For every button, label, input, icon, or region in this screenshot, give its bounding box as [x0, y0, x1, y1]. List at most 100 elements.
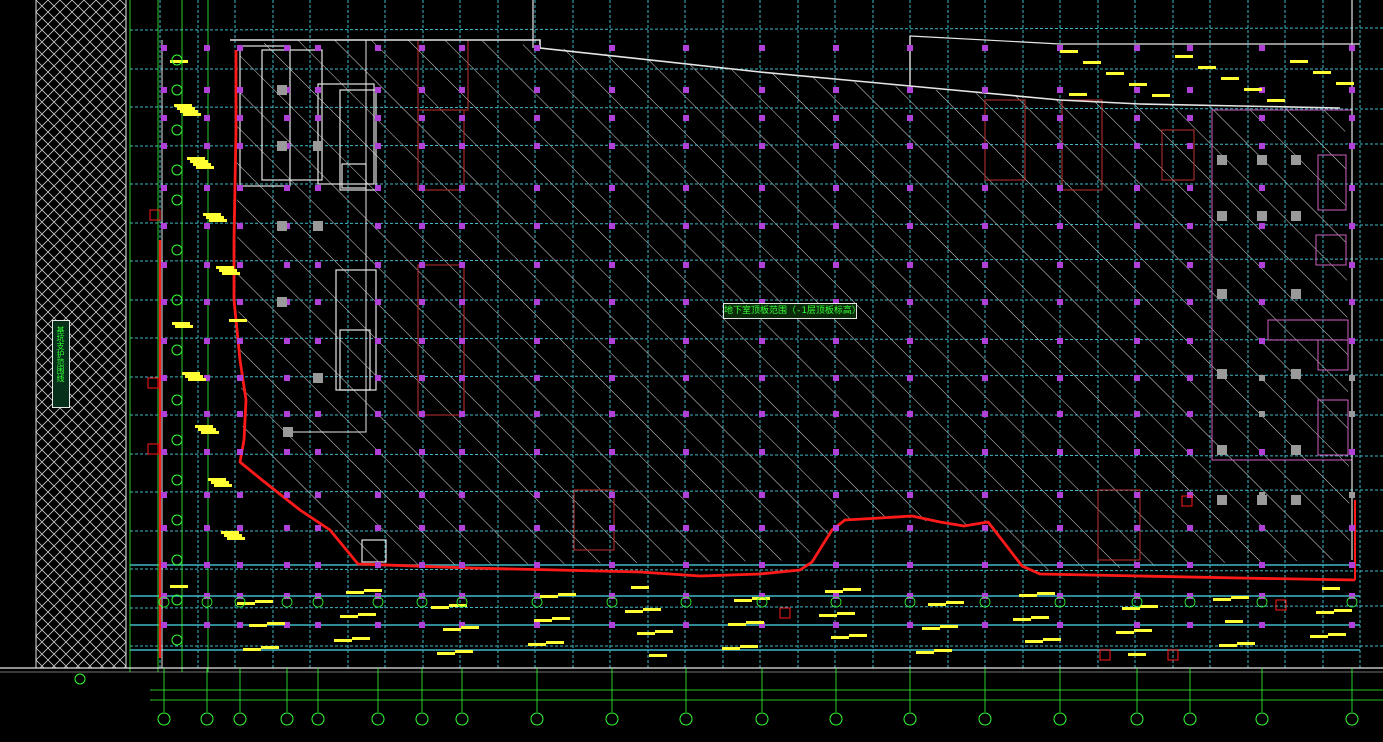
- column-marker: [315, 299, 321, 305]
- beam-annotation-mark: [1060, 50, 1078, 53]
- column-marker: [759, 223, 765, 229]
- beam-annotation-mark: [172, 322, 190, 325]
- beam-annotation-mark: [177, 107, 195, 110]
- column-marker: [161, 338, 167, 344]
- column-marker: [459, 185, 465, 191]
- column-marker: [683, 593, 689, 599]
- beam-annotation-mark: [1328, 633, 1346, 636]
- column-marker: [534, 87, 540, 93]
- column-marker: [534, 492, 540, 498]
- column-marker: [1349, 87, 1355, 93]
- column-marker: [1259, 45, 1265, 51]
- beam-annotation-mark: [174, 104, 192, 107]
- column-marker: [1259, 525, 1265, 531]
- beam-annotation-mark: [206, 216, 224, 219]
- beam-annotation-mark: [934, 649, 952, 652]
- column-marker: [375, 185, 381, 191]
- beam-annotation-mark: [346, 591, 364, 594]
- column-marker: [375, 525, 381, 531]
- axis-bubble-icon: [233, 712, 247, 726]
- beam-annotation-mark: [1025, 640, 1043, 643]
- column-marker: [907, 562, 913, 568]
- column-marker: [315, 185, 321, 191]
- beam-annotation-mark: [928, 603, 946, 606]
- beam-annotation-mark: [1219, 644, 1237, 647]
- column-marker: [833, 223, 839, 229]
- column-marker: [907, 299, 913, 305]
- axis-bubble-icon: [371, 712, 385, 726]
- column-marker: [459, 593, 465, 599]
- column-marker: [459, 143, 465, 149]
- column-marker: [534, 375, 540, 381]
- beam-annotation-mark: [437, 652, 455, 655]
- beam-annotation-mark: [219, 269, 237, 272]
- axis-bubble-icon: [171, 474, 183, 486]
- column-marker: [1057, 299, 1063, 305]
- beam-annotation-mark: [190, 160, 208, 163]
- beam-annotation-mark: [195, 425, 213, 428]
- column-marker: [907, 185, 913, 191]
- beam-annotation-mark: [1106, 72, 1124, 75]
- column-marker: [907, 525, 913, 531]
- column-marker: [1134, 262, 1140, 268]
- column-marker: [1259, 411, 1265, 417]
- beam-annotation-mark: [1231, 596, 1249, 599]
- column-marker: [1259, 375, 1265, 381]
- column-marker: [1259, 593, 1265, 599]
- column-marker: [907, 45, 913, 51]
- beam-annotation-mark: [352, 637, 370, 640]
- axis-bubble-icon: [157, 712, 171, 726]
- column-marker: [683, 143, 689, 149]
- axis-bubble-icon: [978, 712, 992, 726]
- basement-area-label[interactable]: 地下室顶板范围（-1层顶板标高）: [723, 303, 857, 319]
- column-marker: [1134, 525, 1140, 531]
- column-marker: [1349, 223, 1355, 229]
- beam-annotation-mark: [655, 630, 673, 633]
- column-marker: [315, 525, 321, 531]
- column-marker: [683, 492, 689, 498]
- beam-annotation-mark: [552, 617, 570, 620]
- column-marker: [237, 45, 243, 51]
- column-marker: [419, 622, 425, 628]
- column-marker-grey: [1257, 211, 1267, 221]
- column-marker: [982, 622, 988, 628]
- column-marker: [833, 562, 839, 568]
- beam-annotation-mark: [1013, 618, 1031, 621]
- column-marker: [1187, 411, 1193, 417]
- column-marker: [419, 525, 425, 531]
- column-marker: [419, 338, 425, 344]
- column-marker: [759, 562, 765, 568]
- column-marker: [534, 411, 540, 417]
- axis-bubble-icon: [74, 673, 86, 685]
- column-marker: [833, 115, 839, 121]
- column-marker: [534, 525, 540, 531]
- column-marker: [161, 492, 167, 498]
- column-marker: [315, 622, 321, 628]
- column-marker: [237, 411, 243, 417]
- beam-annotation-mark: [916, 651, 934, 654]
- column-marker: [375, 622, 381, 628]
- column-marker: [375, 411, 381, 417]
- column-marker-grey: [1291, 445, 1301, 455]
- column-marker: [284, 185, 290, 191]
- column-marker: [833, 525, 839, 531]
- column-marker: [1134, 115, 1140, 121]
- cad-drawing-canvas[interactable]: [0, 0, 1383, 742]
- column-marker: [982, 262, 988, 268]
- column-marker: [161, 593, 167, 599]
- column-marker: [1057, 593, 1063, 599]
- column-marker: [204, 299, 210, 305]
- beam-annotation-mark: [455, 650, 473, 653]
- column-marker: [1057, 143, 1063, 149]
- column-marker: [459, 45, 465, 51]
- beam-annotation-mark: [249, 624, 267, 627]
- column-marker: [1187, 45, 1193, 51]
- beam-annotation-mark: [182, 372, 200, 375]
- beam-annotation-mark: [528, 643, 546, 646]
- column-marker: [161, 562, 167, 568]
- axis-bubble-icon: [455, 712, 469, 726]
- beam-annotation-mark: [849, 634, 867, 637]
- column-marker: [419, 299, 425, 305]
- column-marker: [161, 411, 167, 417]
- column-marker: [759, 449, 765, 455]
